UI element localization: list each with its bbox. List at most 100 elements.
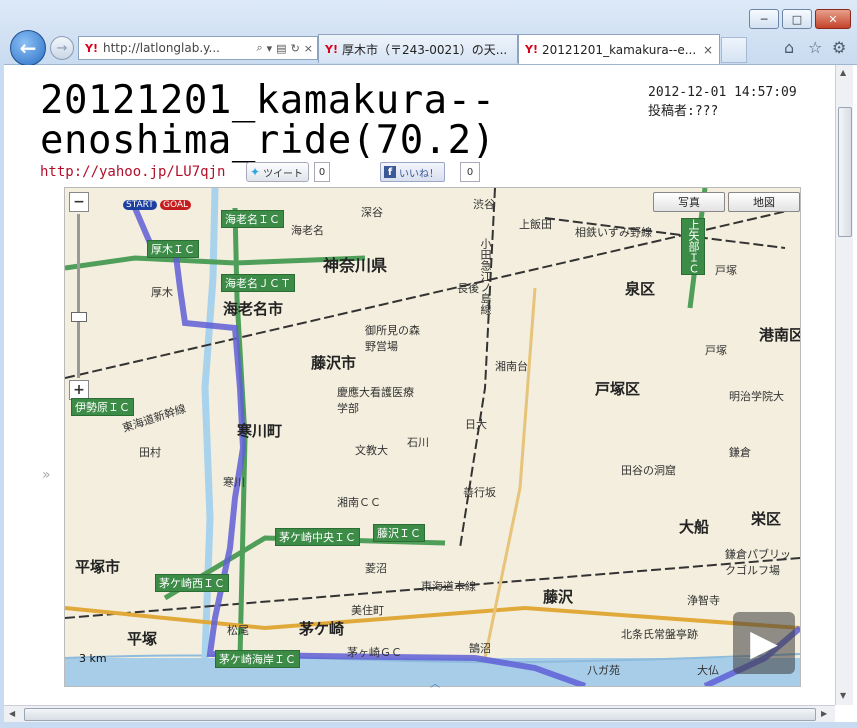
map-label: 御所見の森野営場 xyxy=(365,324,420,353)
route-1 xyxy=(65,605,800,631)
map-label: 大仏 xyxy=(697,664,719,677)
map-label: 海老名市 xyxy=(223,300,284,318)
compat-view-icon[interactable]: ▤ xyxy=(276,42,286,55)
tweet-button[interactable]: ✦ ツイート xyxy=(246,162,310,182)
map-label: 茅ヶ崎ＧＣ xyxy=(347,646,402,659)
map-label: 湘南台 xyxy=(495,360,528,373)
map-label: 藤沢 xyxy=(543,588,574,606)
scroll-left-icon[interactable]: ◀ xyxy=(9,709,15,718)
tweet-label: ツイート xyxy=(263,168,304,180)
post-author: 投稿者:??? xyxy=(648,104,719,119)
page-content: 20121201_kamakura--enoshima_ride(70.2) 2… xyxy=(4,65,834,705)
window-frame-bottom xyxy=(0,722,857,728)
photo-view-button[interactable]: 写真 xyxy=(653,192,725,212)
zoom-in-button[interactable]: + xyxy=(69,380,89,400)
scroll-down-icon[interactable]: ▼ xyxy=(840,691,846,700)
map-label: 八ガ苑 xyxy=(587,664,620,677)
map-label: 海老名 xyxy=(291,224,324,237)
zoom-out-button[interactable]: − xyxy=(69,192,89,212)
route-map[interactable]: 写真 地図 − + START GOAL 海老名ＩＣ 深谷 渋谷 上飯田 相鉄い… xyxy=(64,187,801,687)
tab-weather[interactable]: Y! 厚木市（〒243-0021）の天... xyxy=(318,34,518,63)
map-label: 寒川 xyxy=(223,476,245,489)
map-label: 茅ケ崎海岸ＩＣ xyxy=(215,650,300,668)
map-label: 大船 xyxy=(679,518,710,536)
zoom-slider-track[interactable] xyxy=(77,214,80,378)
address-bar[interactable]: Y! http://latlonglab.y... ⌕ ▾ ▤ ↻ × xyxy=(78,36,318,60)
vertical-scroll-thumb[interactable] xyxy=(838,107,852,237)
short-url-link[interactable]: http://yahoo.jp/LU7qjn xyxy=(40,164,225,180)
chevron-up-icon[interactable]: ︿ xyxy=(430,675,440,690)
tab-label: 20121201_kamakura--e... xyxy=(541,42,697,57)
map-label: 菱沼 xyxy=(365,562,387,575)
stop-icon[interactable]: × xyxy=(304,42,313,55)
map-label: 戸塚 xyxy=(705,344,727,357)
map-view-button[interactable]: 地図 xyxy=(728,192,800,212)
map-label: 栄区 xyxy=(751,510,782,528)
like-button[interactable]: f いいね！ xyxy=(380,162,445,182)
map-label: 鎌倉パブリックゴルフ場 xyxy=(725,548,791,577)
map-label: 小田急江ノ島線 xyxy=(479,238,492,315)
map-scale: 3 km xyxy=(79,652,107,665)
map-label: 伊勢原ＩＣ xyxy=(71,398,134,416)
back-button[interactable]: ← xyxy=(10,30,46,66)
dropdown-icon[interactable]: ▾ xyxy=(267,42,273,55)
forward-button[interactable]: → xyxy=(50,36,74,60)
search-icon[interactable]: ⌕ xyxy=(256,41,262,55)
play-route-button[interactable]: ▶ xyxy=(733,612,795,674)
maximize-button[interactable]: □ xyxy=(782,9,812,29)
map-label: 文教大 xyxy=(355,444,388,457)
map-label: 慶應大看護医療学部 xyxy=(337,386,414,415)
map-label: 戸塚 xyxy=(715,264,737,277)
play-icon: ▶ xyxy=(750,622,778,664)
expand-side-icon[interactable]: » xyxy=(42,467,51,483)
vertical-scrollbar[interactable]: ▲ ▼ xyxy=(835,65,853,705)
arrow-right-icon: → xyxy=(56,40,68,56)
map-label: 美住町 xyxy=(351,604,384,617)
arrow-left-icon: ← xyxy=(19,36,37,60)
map-label: 平塚市 xyxy=(75,558,121,576)
map-label: 渋谷 xyxy=(473,198,495,211)
scroll-right-icon[interactable]: ▶ xyxy=(821,709,827,718)
map-label: 茅ケ崎西ＩＣ xyxy=(155,574,229,592)
tab-label: 厚木市（〒243-0021）の天... xyxy=(341,42,508,57)
home-icon[interactable]: ⌂ xyxy=(784,38,794,57)
map-label: 藤沢市 xyxy=(311,354,357,372)
map-label: 平塚 xyxy=(127,630,158,648)
map-label: 東海道本線 xyxy=(421,580,476,593)
map-label: 戸塚区 xyxy=(595,380,641,398)
like-count: 0 xyxy=(460,162,480,182)
map-label: 松尾 xyxy=(227,624,249,637)
map-label: 海老名ＩＣ xyxy=(221,210,284,228)
horizontal-scrollbar[interactable]: ◀ ▶ xyxy=(4,705,835,723)
new-tab-button[interactable] xyxy=(721,37,747,63)
map-label: 厚木 xyxy=(151,286,173,299)
close-button[interactable]: ✕ xyxy=(815,9,851,29)
map-label: 石川 xyxy=(407,436,429,449)
address-url: http://latlonglab.y... xyxy=(102,41,220,55)
map-label: 長後 xyxy=(457,282,479,295)
map-label: 鵠沼 xyxy=(469,642,491,655)
map-label: 神奈川県 xyxy=(323,256,388,275)
favorites-star-icon[interactable]: ☆ xyxy=(808,38,822,57)
zoom-slider-thumb[interactable] xyxy=(71,312,87,322)
map-label: 深谷 xyxy=(361,206,383,219)
map-label: 善行坂 xyxy=(463,486,496,499)
yahoo-favicon-icon: Y! xyxy=(525,43,538,56)
facebook-icon: f xyxy=(384,166,396,178)
refresh-icon[interactable]: ↻ xyxy=(291,42,300,55)
tab-route[interactable]: Y! 20121201_kamakura--e... × xyxy=(518,34,720,64)
map-label: 上飯田 xyxy=(519,218,552,231)
map-label: 明治学院大 xyxy=(729,390,784,403)
start-marker: START xyxy=(123,200,157,210)
tab-close-icon[interactable]: × xyxy=(703,43,713,57)
gear-icon[interactable]: ⚙ xyxy=(832,38,846,57)
route-467 xyxy=(483,287,537,659)
map-label: 鎌倉 xyxy=(729,446,751,459)
minimize-button[interactable]: ─ xyxy=(749,9,779,29)
scroll-up-icon[interactable]: ▲ xyxy=(840,68,846,77)
map-label: 藤沢ＩＣ xyxy=(373,524,425,542)
map-label: 上矢部ＩＣ xyxy=(681,218,705,275)
map-label: 港南区 xyxy=(759,326,801,344)
horizontal-scroll-thumb[interactable] xyxy=(24,708,816,721)
map-label: 海老名ＪＣＴ xyxy=(221,274,295,292)
